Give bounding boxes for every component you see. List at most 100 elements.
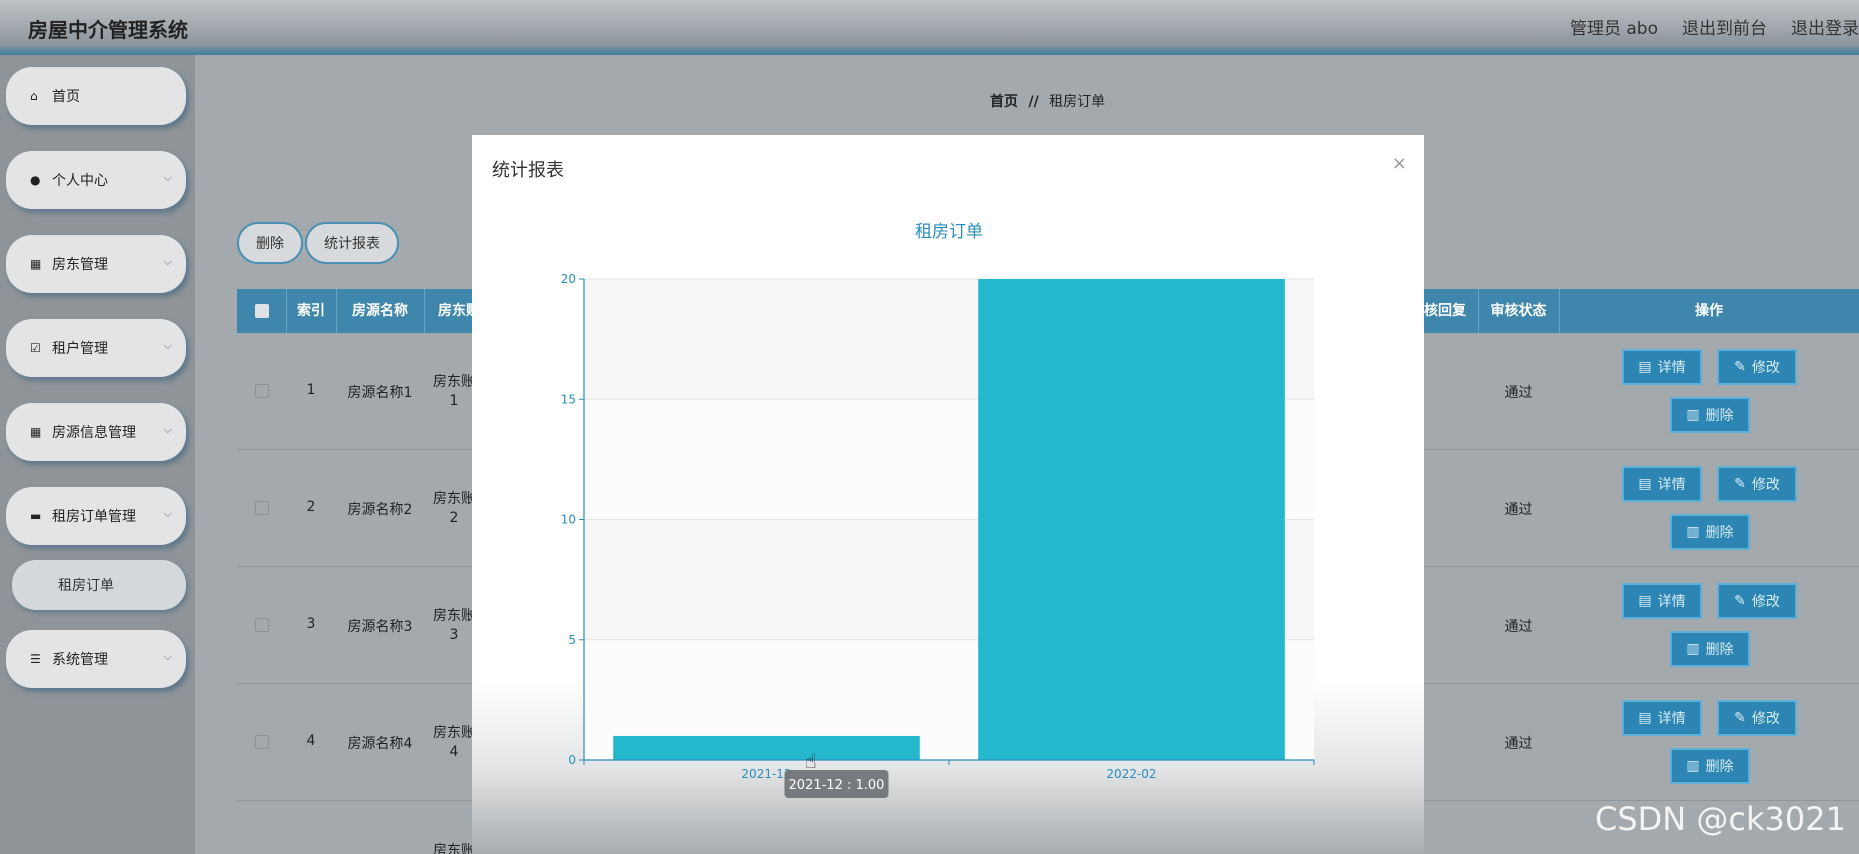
user-label: 管理员 abo [1569, 19, 1658, 39]
row-checkbox[interactable] [255, 384, 269, 398]
detail-label: 详情 [1657, 360, 1686, 376]
sidebar-item-label: 个人中心 [52, 173, 108, 189]
sidebar-item-profile[interactable]: ● 个人中心 ⌵ [6, 151, 186, 209]
select-all-checkbox[interactable] [255, 304, 269, 318]
delete-button[interactable]: 删除 [237, 222, 303, 264]
row-checkbox[interactable] [255, 735, 269, 749]
check-square-icon: ☑ [30, 341, 41, 355]
breadcrumb-home[interactable]: 首页 [990, 94, 1018, 110]
sidebar-item-home[interactable]: ⌂ 首页 [6, 67, 186, 125]
column-header-actions: 操作 [1695, 303, 1723, 319]
grid-icon: ▦ [30, 257, 42, 271]
trash-icon: ▥ [1686, 758, 1700, 774]
bar [613, 735, 920, 760]
logout-link[interactable]: 退出登录 [1791, 14, 1859, 39]
edit-button[interactable]: ✎ 修改 [1717, 700, 1797, 736]
detail-button[interactable]: ▤ 详情 [1622, 466, 1702, 502]
sidebar-item-label: 房源信息管理 [52, 425, 136, 441]
edit-label: 修改 [1751, 711, 1780, 727]
cell-status: 通过 [1504, 502, 1533, 518]
breadcrumb-current: 租房订单 [1049, 94, 1106, 110]
chevron-down-icon: ⌵ [163, 650, 172, 663]
breadcrumb-separator: // [1028, 94, 1039, 110]
sidebar-subitem-rental-orders[interactable]: 租房订单 [12, 560, 186, 610]
row-delete-button[interactable]: ▥ 删除 [1670, 514, 1750, 550]
delete-label: 删除 [1705, 408, 1734, 424]
row-delete-button[interactable]: ▥ 删除 [1670, 397, 1750, 433]
pencil-icon: ✎ [1734, 476, 1746, 492]
sidebar-item-tenants[interactable]: ☑ 租户管理 ⌵ [6, 319, 186, 377]
x-tick-label: 2021-12 [741, 767, 791, 781]
cell-name: 房源名称4 [347, 736, 413, 752]
chevron-down-icon: ⌵ [163, 423, 172, 436]
document-icon: ▤ [1638, 359, 1652, 375]
column-header-index: 索引 [297, 303, 325, 319]
row-checkbox[interactable] [255, 618, 269, 632]
edit-button[interactable]: ✎ 修改 [1717, 583, 1797, 619]
top-bar: 房屋中介管理系统 管理员 abo 退出到前台 退出登录 [0, 0, 1859, 55]
detail-label: 详情 [1657, 711, 1686, 727]
trash-icon: ▥ [1686, 524, 1700, 540]
detail-button[interactable]: ▤ 详情 [1622, 583, 1702, 619]
row-delete-button[interactable]: ▥ 删除 [1670, 631, 1750, 667]
chevron-down-icon: ⌵ [163, 255, 172, 268]
sidebar-item-label: 首页 [52, 89, 80, 105]
back-to-front-link[interactable]: 退出到前台 [1682, 14, 1767, 39]
pencil-icon: ✎ [1734, 710, 1746, 726]
sidebar-item-label: 系统管理 [52, 652, 108, 668]
column-header-name: 房源名称 [352, 303, 408, 319]
cell-index: 3 [306, 616, 316, 632]
user-icon: ● [30, 173, 41, 187]
pointer-cursor-icon: ☝ [805, 749, 817, 773]
detail-button[interactable]: ▤ 详情 [1622, 349, 1702, 385]
sidebar-item-listings[interactable]: ▦ 房源信息管理 ⌵ [6, 403, 186, 461]
edit-label: 修改 [1751, 360, 1780, 376]
cell-index: 2 [306, 499, 316, 515]
y-tick-label: 0 [568, 753, 576, 767]
row-delete-button[interactable]: ▥ 删除 [1670, 748, 1750, 784]
cell-index: 4 [306, 733, 316, 749]
sidebar-item-landlords[interactable]: ▦ 房东管理 ⌵ [6, 235, 186, 293]
grid-icon: ▦ [30, 425, 42, 439]
sidebar-item-label: 房东管理 [52, 257, 108, 273]
report-button[interactable]: 统计报表 [305, 222, 399, 264]
delete-label: 删除 [1705, 759, 1734, 775]
watermark: CSDN @ck3021 [1595, 800, 1846, 838]
document-icon: ▤ [1638, 710, 1652, 726]
detail-label: 详情 [1657, 477, 1686, 493]
edit-button[interactable]: ✎ 修改 [1717, 466, 1797, 502]
chart-title: 租房订单 [915, 222, 983, 242]
home-icon: ⌂ [30, 89, 38, 103]
sidebar: ⌂ 首页 ● 个人中心 ⌵ ▦ 房东管理 ⌵ ☑ 租户管理 ⌵ ▦ 房源信息管理… [0, 55, 195, 854]
cell-status: 通过 [1504, 385, 1533, 401]
trash-icon: ▥ [1686, 641, 1700, 657]
y-tick-label: 10 [561, 513, 576, 527]
sidebar-item-system[interactable]: ☰ 系统管理 ⌵ [6, 630, 186, 688]
column-header-status: 审核状态 [1490, 303, 1547, 319]
column-header-reply: 核回复 [1424, 303, 1466, 319]
sliders-icon: ☰ [30, 652, 41, 666]
tooltip-text: 2021-12 : 1.00 [789, 778, 885, 793]
edit-button[interactable]: ✎ 修改 [1717, 349, 1797, 385]
bar [978, 279, 1285, 760]
report-dialog: 统计报表 × 租房订单 0 5 10 15 20 2021-12 2022-02 2021-12… [472, 135, 1424, 854]
y-tick-label: 5 [568, 633, 576, 647]
sidebar-item-label: 租房订单管理 [52, 509, 136, 525]
chevron-down-icon: ⌵ [163, 339, 172, 352]
cell-name: 房源名称2 [347, 502, 413, 518]
cell-name: 房源名称3 [347, 619, 413, 635]
y-tick-label: 15 [561, 392, 576, 406]
row-checkbox[interactable] [255, 501, 269, 515]
cell-name: 房源名称1 [347, 385, 413, 401]
sidebar-item-orders[interactable]: ▬ 租房订单管理 ⌵ [6, 487, 186, 545]
breadcrumb: 首页 // 租房订单 [990, 91, 1105, 111]
detail-label: 详情 [1657, 594, 1686, 610]
bar-chart: 租房订单 0 5 10 15 20 2021-12 2022-02 2021-12 : 1.00… [561, 222, 1315, 798]
printer-icon: ▬ [30, 509, 42, 523]
trash-icon: ▥ [1686, 407, 1700, 423]
detail-button[interactable]: ▤ 详情 [1622, 700, 1702, 736]
top-nav: 管理员 abo 退出到前台 退出登录 [1570, 14, 1859, 39]
edit-label: 修改 [1751, 594, 1780, 610]
cell-status: 通过 [1504, 619, 1533, 635]
chevron-down-icon: ⌵ [163, 171, 172, 184]
